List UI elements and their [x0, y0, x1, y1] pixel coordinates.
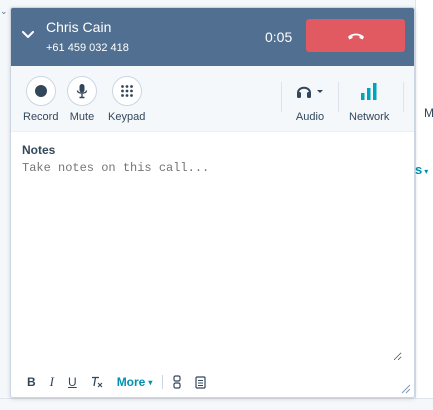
toolbar-divider — [403, 82, 404, 112]
audio-icon-wrap — [290, 76, 330, 106]
snippet-button[interactable] — [195, 375, 206, 389]
resize-icon[interactable] — [401, 384, 411, 394]
clear-format-button[interactable] — [91, 376, 103, 388]
keypad-circle — [111, 76, 142, 106]
network-status[interactable]: Network — [349, 76, 389, 123]
network-label: Network — [349, 111, 390, 123]
background-edge-text: M — [424, 106, 433, 120]
headset-icon — [297, 86, 323, 98]
more-format-button[interactable]: More ▾ — [117, 375, 153, 389]
network-bars-icon — [361, 83, 377, 100]
audio-button[interactable]: Audio — [290, 76, 330, 123]
snippet-icon — [195, 375, 206, 389]
contact-name: Chris Cain — [46, 19, 112, 35]
format-toolbar: B I U More ▾ — [11, 370, 414, 394]
format-divider — [162, 375, 164, 389]
keypad-label: Keypad — [108, 111, 146, 123]
microphone-icon — [76, 84, 88, 99]
mute-label: Mute — [69, 111, 95, 123]
call-widget: Chris Cain +61 459 032 418 0:05 Record M… — [10, 7, 415, 398]
caret-down-icon: ▾ — [148, 377, 153, 387]
italic-button[interactable]: I — [50, 374, 54, 390]
toolbar-divider — [281, 82, 282, 112]
record-label: Record — [23, 111, 59, 123]
record-circle — [25, 76, 56, 106]
contact-phone: +61 459 032 418 — [46, 42, 129, 54]
record-button[interactable]: Record — [23, 76, 58, 123]
background-right-panel — [415, 0, 433, 410]
notes-title: Notes — [22, 143, 56, 157]
hangup-button[interactable] — [306, 19, 405, 52]
notes-input[interactable] — [22, 161, 402, 361]
chevron-down-icon — [22, 31, 34, 38]
attach-button[interactable] — [173, 375, 181, 389]
record-icon — [34, 85, 47, 97]
call-timer: 0:05 — [265, 29, 293, 45]
network-icon-wrap — [349, 76, 389, 106]
underline-button[interactable]: U — [68, 375, 77, 389]
clear-format-icon — [91, 376, 103, 388]
audio-label: Audio — [295, 111, 325, 123]
keypad-button[interactable]: Keypad — [108, 76, 145, 123]
collapse-button[interactable] — [20, 27, 36, 43]
call-controls: Record Mute Keypad Audio Network — [11, 66, 414, 132]
bold-button[interactable]: B — [27, 375, 36, 389]
keypad-icon — [120, 85, 133, 97]
background-bottom-bar — [0, 398, 433, 410]
background-caret: ⌄ — [0, 6, 8, 16]
background-left-column: ⌄ — [0, 0, 10, 410]
mute-button[interactable]: Mute — [67, 76, 97, 123]
background-link-fragment[interactable]: s ▾ — [415, 162, 428, 177]
hangup-icon — [347, 33, 364, 39]
mute-circle — [67, 76, 97, 106]
more-label: More — [116, 375, 146, 389]
toolbar-divider — [338, 82, 339, 112]
attachment-icon — [173, 375, 181, 389]
call-header: Chris Cain +61 459 032 418 0:05 — [11, 8, 414, 66]
